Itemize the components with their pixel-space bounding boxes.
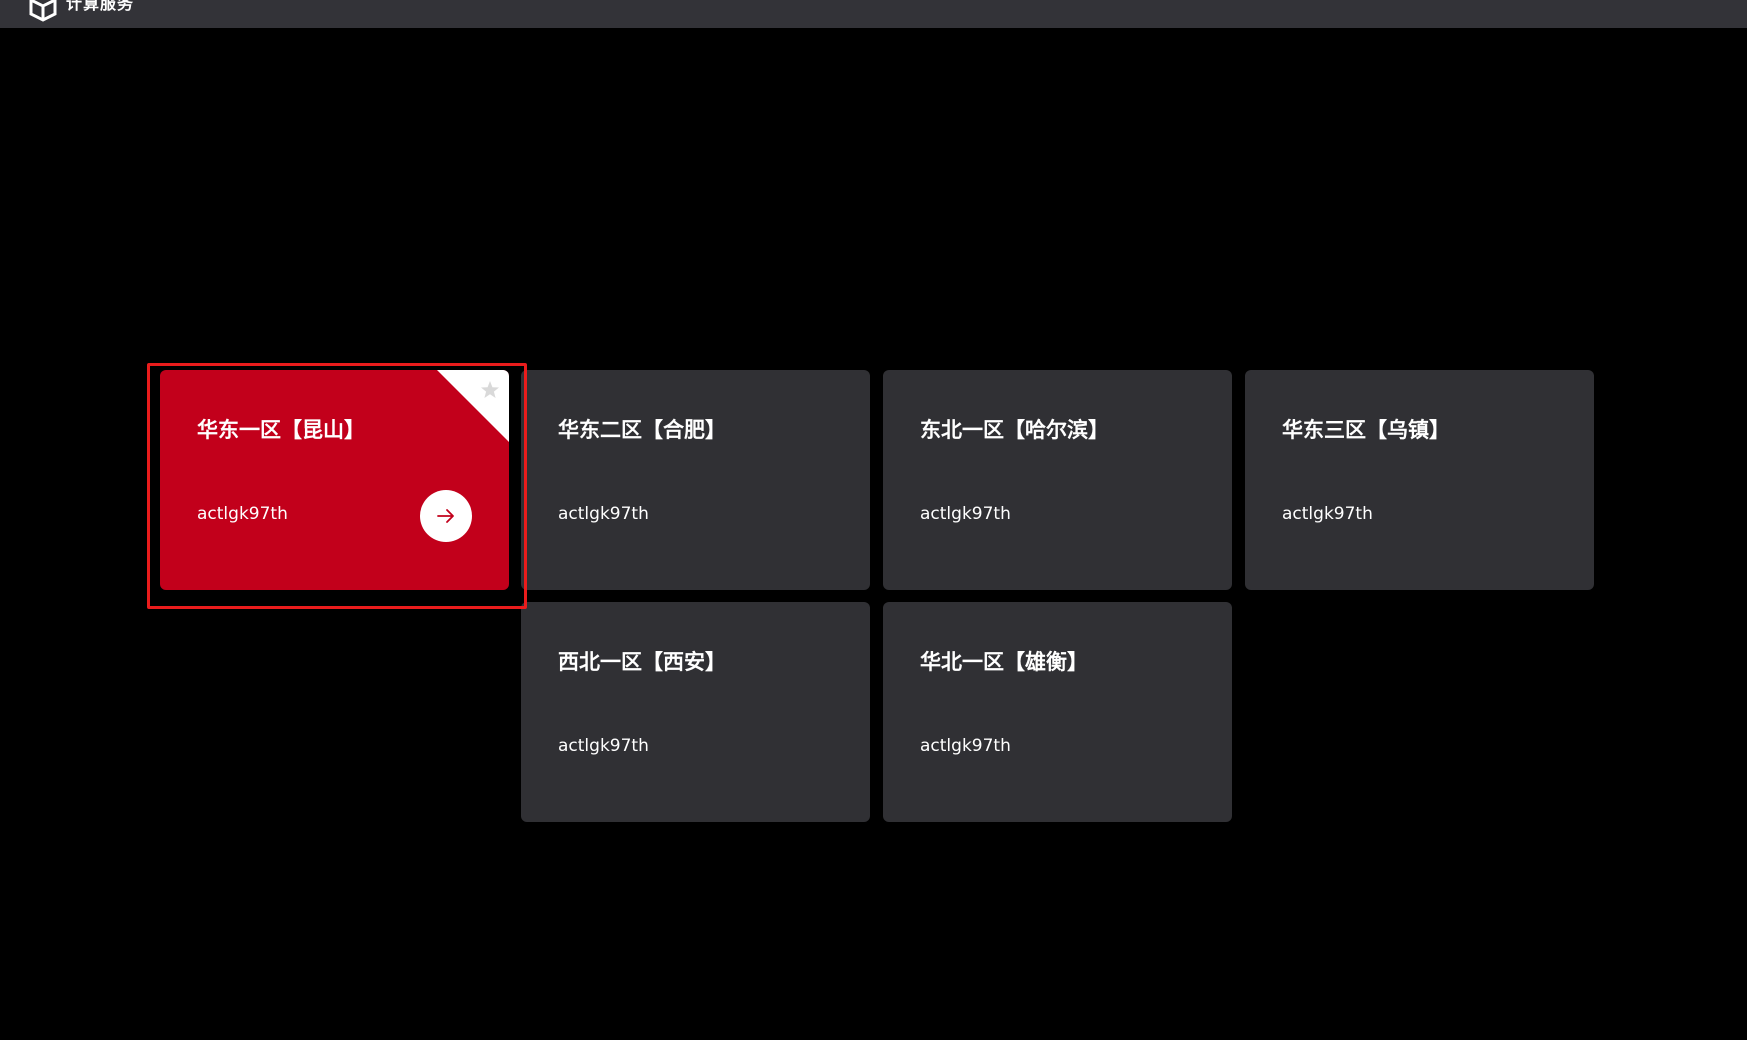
top-bar: 计算服务	[0, 0, 1747, 28]
region-card-huabei-1[interactable]: 华北一区【雄衡】 actlgk97th	[883, 602, 1232, 822]
window-edge	[1747, 0, 1754, 1040]
account-id: actlgk97th	[1282, 504, 1373, 524]
account-id: actlgk97th	[558, 504, 649, 524]
region-name: 华东一区【昆山】	[197, 418, 365, 442]
region-name: 东北一区【哈尔滨】	[920, 418, 1109, 442]
corner-badge	[437, 370, 509, 442]
app-title: 计算服务	[66, 0, 135, 13]
region-card-huadong-1[interactable]: 华东一区【昆山】 actlgk97th	[160, 370, 509, 590]
account-id: actlgk97th	[920, 504, 1011, 524]
region-name: 华东二区【合肥】	[558, 418, 726, 442]
account-id: actlgk97th	[558, 736, 649, 756]
enter-region-button[interactable]	[420, 490, 472, 542]
arrow-right-icon	[437, 509, 454, 523]
app-window: 计算服务 华东一区【昆山】 actlgk97th 华东二区【合肥】 actlgk…	[0, 0, 1754, 1040]
region-card-dongbei-1[interactable]: 东北一区【哈尔滨】 actlgk97th	[883, 370, 1232, 590]
region-card-huadong-3[interactable]: 华东三区【乌镇】 actlgk97th	[1245, 370, 1594, 590]
region-name: 华东三区【乌镇】	[1282, 418, 1450, 442]
account-id: actlgk97th	[920, 736, 1011, 756]
cube-logo-icon	[29, 0, 57, 22]
region-name: 西北一区【西安】	[558, 650, 726, 674]
region-card-xibei-1[interactable]: 西北一区【西安】 actlgk97th	[521, 602, 870, 822]
region-card-huadong-2[interactable]: 华东二区【合肥】 actlgk97th	[521, 370, 870, 590]
region-name: 华北一区【雄衡】	[920, 650, 1088, 674]
account-id: actlgk97th	[197, 504, 288, 524]
